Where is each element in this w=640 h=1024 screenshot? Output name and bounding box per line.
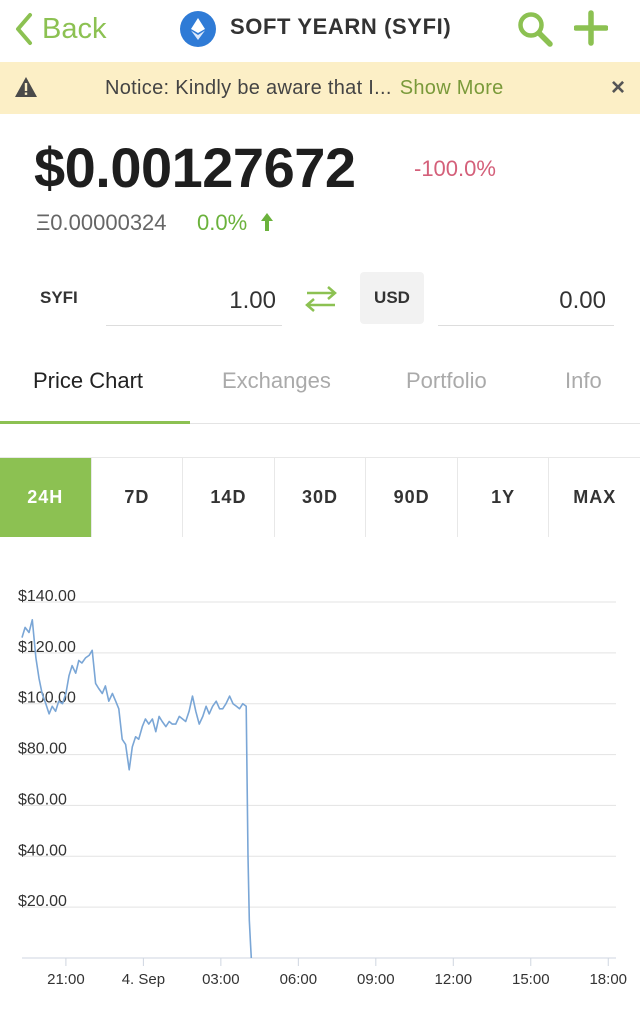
to-amount-input[interactable] bbox=[438, 276, 614, 326]
x-tick-label: 06:00 bbox=[280, 971, 318, 988]
tab-exchanges[interactable]: Exchanges bbox=[222, 368, 331, 394]
y-tick-label: $100.00 bbox=[18, 690, 76, 707]
y-tick-label: $140.00 bbox=[18, 588, 76, 605]
x-tick-label: 4. Sep bbox=[122, 971, 165, 988]
notice-banner: Notice: Kindly be aware that I... Show Mo… bbox=[0, 62, 640, 114]
add-icon[interactable] bbox=[574, 10, 608, 46]
y-tick-label: $20.00 bbox=[18, 893, 67, 910]
eth-change: 0.0% bbox=[197, 210, 248, 235]
price-change-24h: -100.0% bbox=[414, 156, 496, 181]
tab-info[interactable]: Info bbox=[565, 368, 602, 394]
tab-price-chart[interactable]: Price Chart bbox=[33, 368, 143, 394]
range-1y[interactable]: 1Y bbox=[457, 458, 550, 537]
x-tick-label: 21:00 bbox=[47, 971, 85, 988]
back-button[interactable]: Back bbox=[10, 8, 106, 50]
notice-text: Notice: Kindly be aware that I... Show Mo… bbox=[105, 77, 504, 100]
to-symbol[interactable]: USD bbox=[360, 272, 424, 324]
x-tick-label: 18:00 bbox=[589, 971, 627, 988]
y-tick-label: $80.00 bbox=[18, 741, 67, 758]
back-label: Back bbox=[42, 12, 107, 45]
from-amount-input[interactable] bbox=[106, 276, 282, 326]
range-selector: 24H 7D 14D 30D 90D 1Y MAX bbox=[0, 457, 640, 537]
range-14d[interactable]: 14D bbox=[183, 458, 275, 537]
range-90d[interactable]: 90D bbox=[366, 458, 458, 537]
x-tick-label: 09:00 bbox=[357, 971, 395, 988]
chevron-left-icon bbox=[16, 13, 32, 45]
range-max[interactable]: MAX bbox=[549, 458, 640, 537]
arrow-up-icon bbox=[261, 213, 273, 231]
x-tick-label: 03:00 bbox=[202, 971, 240, 988]
price-chart[interactable]: $140.00 $120.00 $100.00 $80.00 $60.00 $40.00 $… bbox=[0, 560, 640, 1000]
x-tick-label: 15:00 bbox=[512, 971, 550, 988]
range-7d[interactable]: 7D bbox=[91, 458, 184, 537]
y-tick-label: $60.00 bbox=[18, 791, 67, 808]
search-icon[interactable] bbox=[516, 10, 554, 48]
show-more-link[interactable]: Show More bbox=[400, 77, 504, 99]
close-icon[interactable]: × bbox=[604, 74, 632, 102]
range-24h[interactable]: 24H bbox=[0, 458, 92, 537]
from-symbol: SYFI bbox=[40, 288, 78, 307]
active-tab-indicator bbox=[0, 421, 190, 424]
coin-logo-icon bbox=[180, 11, 216, 47]
price-eth: Ξ0.00000324 bbox=[36, 210, 167, 235]
range-30d[interactable]: 30D bbox=[274, 458, 367, 537]
y-tick-label: $40.00 bbox=[18, 842, 67, 859]
price-usd: $0.00127672 bbox=[34, 136, 356, 199]
swap-icon[interactable] bbox=[304, 284, 338, 314]
top-bar: Back SOFT YEARN (SYFI) bbox=[0, 0, 640, 58]
x-tick-label: 12:00 bbox=[435, 971, 473, 988]
tab-bar: Price Chart Exchanges Portfolio Info bbox=[0, 352, 640, 424]
page-title: SOFT YEARN (SYFI) bbox=[230, 14, 452, 39]
y-tick-label: $120.00 bbox=[18, 639, 76, 656]
tab-portfolio[interactable]: Portfolio bbox=[406, 368, 487, 394]
warning-icon bbox=[15, 77, 37, 97]
notice-message: Notice: Kindly be aware that I... bbox=[105, 77, 392, 99]
